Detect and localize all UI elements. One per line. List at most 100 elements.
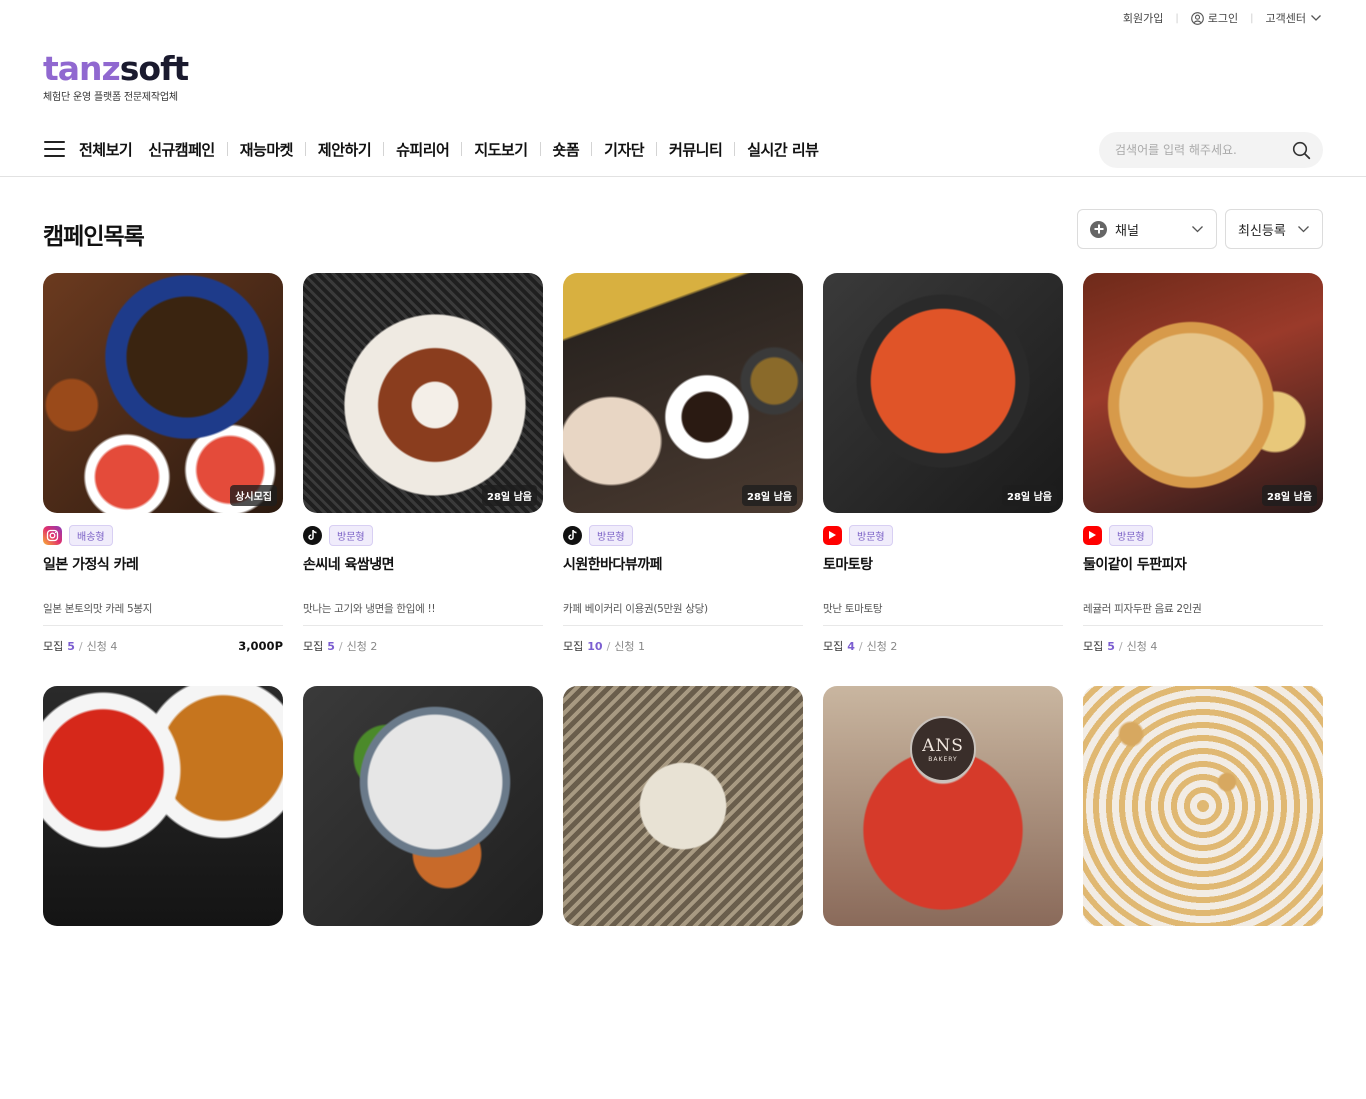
tiktok-icon xyxy=(563,525,582,545)
campaign-card[interactable]: ANS BAKERY xyxy=(823,686,1063,1099)
recruit-label: 모집 xyxy=(823,640,844,653)
recruit-label: 모집 xyxy=(563,640,584,653)
apply-count: 신청 2 xyxy=(866,640,898,653)
sort-dropdown[interactable]: 최신등록 xyxy=(1225,209,1323,249)
campaign-thumbnail[interactable]: 28일 남음 xyxy=(303,273,543,513)
campaign-thumbnail[interactable]: 28일 남음 xyxy=(823,273,1063,513)
campaign-thumbnail[interactable]: 28일 남음 xyxy=(1083,273,1323,513)
top-utility-bar: 회원가입 | 로그인 | 고객센터 xyxy=(1123,10,1322,26)
divider: | xyxy=(1175,12,1179,24)
nav-divider xyxy=(226,142,228,156)
nav-item-all[interactable]: 전체보기 xyxy=(79,139,133,160)
days-left-badge: 28일 남음 xyxy=(1262,485,1317,506)
nav-item-superior[interactable]: 슈피리어 xyxy=(396,139,450,160)
login-label: 로그인 xyxy=(1207,12,1239,25)
nav-divider xyxy=(383,142,385,156)
sort-label: 최신등록 xyxy=(1238,223,1286,239)
card-divider xyxy=(1083,625,1323,626)
campaign-description: 맛나는 고기와 냉면을 한입에 !! xyxy=(303,603,436,615)
signup-label: 회원가입 xyxy=(1122,12,1164,25)
campaign-title[interactable]: 일본 가정식 카레 xyxy=(43,554,283,574)
nav-item-community[interactable]: 커뮤니티 xyxy=(669,139,723,160)
nav-divider xyxy=(656,142,658,156)
apply-count: 신청 4 xyxy=(86,640,118,653)
days-left-badge: 28일 남음 xyxy=(482,485,537,506)
campaign-card[interactable]: 상시모집 배송형 일본 가정식 카레 일본 본토의맛 카레 5봉지 모집 5 / … xyxy=(43,273,283,686)
campaign-thumbnail[interactable] xyxy=(563,686,803,926)
nav-item-map[interactable]: 지도보기 xyxy=(474,139,528,160)
recruit-count: 5 xyxy=(67,639,75,653)
hamburger-menu-icon[interactable] xyxy=(44,141,65,157)
campaign-type-tag: 방문형 xyxy=(329,524,373,546)
search-box xyxy=(1099,132,1323,168)
campaign-thumbnail[interactable] xyxy=(303,686,543,926)
campaign-card[interactable]: 28일 남음 방문형 시원한바다뷰까페 카페 베이커리 이용권(5만원 상당) … xyxy=(563,273,803,686)
logo-wordmark: tanzsoft xyxy=(43,49,189,88)
apply-count: 신청 2 xyxy=(346,640,378,653)
nav-item-propose[interactable]: 제안하기 xyxy=(318,139,372,160)
support-dropdown[interactable]: 고객센터 xyxy=(1266,10,1322,26)
user-icon xyxy=(1190,11,1204,25)
youtube-icon xyxy=(1083,525,1102,545)
recruit-label: 모집 xyxy=(1083,640,1104,653)
campaign-stats: 모집 4 / 신청 2 xyxy=(823,639,898,654)
nav-divider xyxy=(734,142,736,156)
recruit-count: 4 xyxy=(847,639,855,653)
signup-link[interactable]: 회원가입 xyxy=(1123,10,1163,26)
campaign-card[interactable] xyxy=(563,686,803,1099)
apply-count: 신청 4 xyxy=(1126,640,1158,653)
campaign-title[interactable]: 시원한바다뷰까페 xyxy=(563,554,803,574)
channel-filter-label: 채널 xyxy=(1115,223,1139,239)
campaign-card[interactable] xyxy=(1083,686,1323,1099)
campaign-title[interactable]: 손씨네 육쌈냉면 xyxy=(303,554,543,574)
campaign-thumbnail[interactable]: 상시모집 xyxy=(43,273,283,513)
nav-item-shortform[interactable]: 숏폼 xyxy=(553,139,580,160)
campaign-card[interactable] xyxy=(303,686,543,1099)
nav-divider xyxy=(461,142,463,156)
card-divider xyxy=(303,625,543,626)
tiktok-icon xyxy=(303,525,322,545)
login-link[interactable]: 로그인 xyxy=(1190,10,1239,26)
support-label: 고객센터 xyxy=(1265,12,1306,25)
campaign-stats: 모집 5 / 신청 2 xyxy=(303,639,378,654)
instagram-icon xyxy=(43,525,62,545)
campaign-description: 레귤러 피자두판 음료 2인권 xyxy=(1083,603,1202,615)
campaign-thumbnail[interactable] xyxy=(43,686,283,926)
campaign-stats: 모집 10 / 신청 1 xyxy=(563,639,646,654)
campaign-card[interactable] xyxy=(43,686,283,1099)
recruit-count: 5 xyxy=(327,639,335,653)
nav-divider xyxy=(304,142,306,156)
campaign-stats: 모집 5 / 신청 4 3,000P xyxy=(43,639,283,653)
campaign-type-tag: 방문형 xyxy=(589,524,633,546)
chevron-down-icon xyxy=(1298,226,1309,233)
campaign-stats: 모집 5 / 신청 4 xyxy=(1083,639,1158,654)
header-divider xyxy=(0,176,1366,177)
site-logo[interactable]: tanzsoft 체험단 운영 플랫폼 전문제작업체 xyxy=(43,49,189,104)
recruit-label: 모집 xyxy=(43,640,64,653)
campaign-card[interactable]: 28일 남음 방문형 토마토탕 맛난 토마토탕 모집 4 / 신청 2 xyxy=(823,273,1063,686)
main-nav: 전체보기 신규캠페인 재능마켓 제안하기 슈피리어 지도보기 숏폼 기자단 커뮤… xyxy=(44,137,819,161)
campaign-card[interactable]: 28일 남음 방문형 손씨네 육쌈냉면 맛나는 고기와 냉면을 한입에 !! 모… xyxy=(303,273,543,686)
nav-item-new-campaign[interactable]: 신규캠페인 xyxy=(148,139,215,160)
campaign-card[interactable]: 28일 남음 방문형 둘이같이 두판피자 레귤러 피자두판 음료 2인권 모집 5… xyxy=(1083,273,1323,686)
campaign-thumbnail[interactable] xyxy=(1083,686,1323,926)
campaign-title[interactable]: 토마토탕 xyxy=(823,554,1063,574)
plus-circle-icon xyxy=(1090,220,1107,238)
search-icon[interactable] xyxy=(1292,141,1311,160)
recruit-count: 5 xyxy=(1107,639,1115,653)
nav-item-reporters[interactable]: 기자단 xyxy=(604,139,644,160)
nav-item-live-review[interactable]: 실시간 리뷰 xyxy=(747,139,819,160)
recruit-label: 모집 xyxy=(303,640,324,653)
logo-tagline: 체험단 운영 플랫폼 전문제작업체 xyxy=(43,92,178,103)
channel-filter-dropdown[interactable]: 채널 xyxy=(1077,209,1217,249)
campaign-thumbnail[interactable]: 28일 남음 xyxy=(563,273,803,513)
card-divider xyxy=(43,625,283,626)
search-input[interactable] xyxy=(1115,143,1285,157)
card-divider xyxy=(563,625,803,626)
nav-item-talent-market[interactable]: 재능마켓 xyxy=(240,139,294,160)
card-divider xyxy=(823,625,1063,626)
recruit-count: 10 xyxy=(587,639,603,653)
campaign-title[interactable]: 둘이같이 두판피자 xyxy=(1083,554,1323,574)
chevron-down-icon xyxy=(1192,226,1203,233)
campaign-thumbnail[interactable]: ANS BAKERY xyxy=(823,686,1063,926)
